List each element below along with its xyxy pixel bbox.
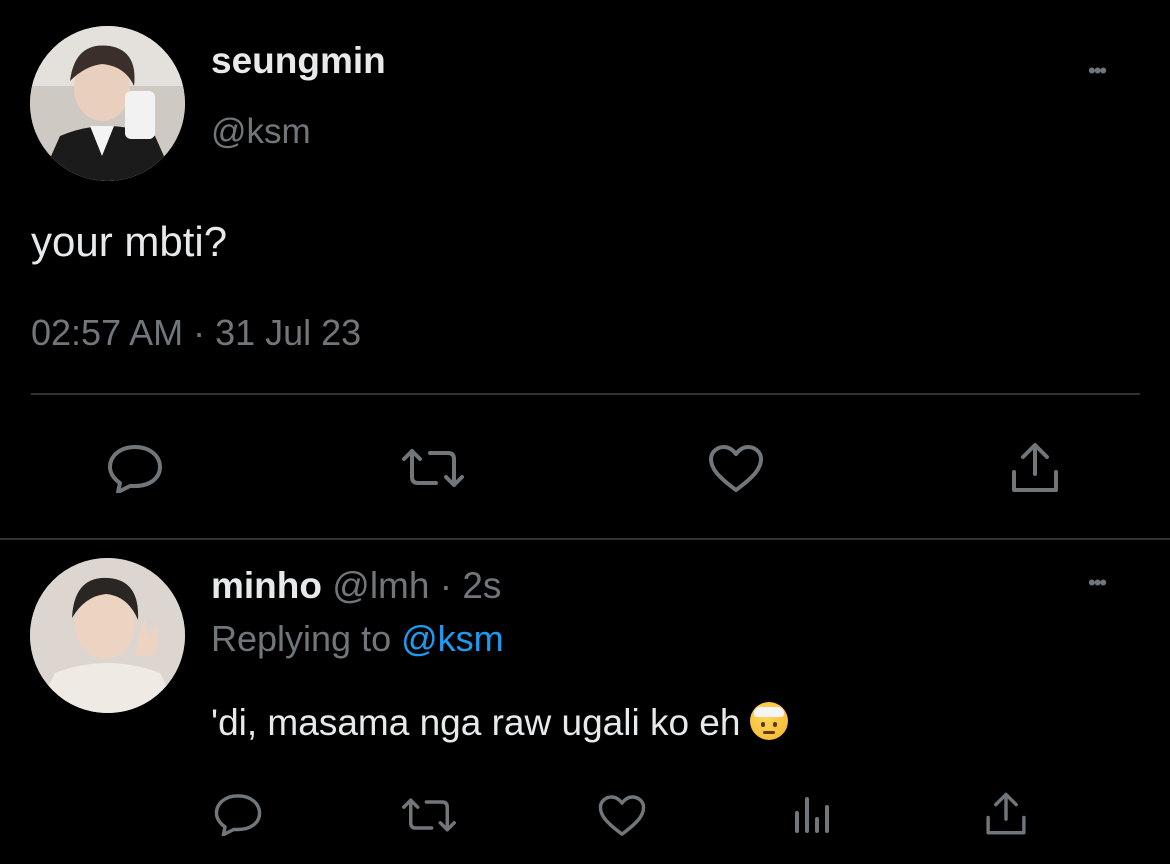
tweet-text: your mbti? (31, 218, 228, 265)
replying-to: Replying to @ksm (211, 618, 504, 660)
face-with-head-bandage-icon (750, 702, 789, 740)
reply-header: minho @lmh · 2s (211, 565, 501, 607)
like-icon[interactable] (707, 444, 765, 494)
reply-icon[interactable] (106, 443, 164, 493)
author-name[interactable]: seungmin (211, 40, 386, 82)
tweet-timestamp[interactable]: 02:57 AM · 31 Jul 23 (31, 312, 361, 354)
divider-bottom (0, 538, 1170, 540)
reply-share-icon[interactable] (983, 790, 1029, 838)
reply-avatar[interactable] (30, 558, 185, 713)
reply-author-handle[interactable]: @lmh (332, 565, 429, 606)
retweet-icon[interactable] (398, 445, 468, 491)
divider-top (31, 393, 1140, 395)
reply-author-name[interactable]: minho (211, 565, 322, 606)
views-icon[interactable] (793, 795, 833, 835)
replying-to-label: Replying to (211, 618, 392, 659)
reply-retweet-icon[interactable] (398, 795, 460, 835)
author-avatar[interactable] (30, 26, 185, 181)
reply-like-icon[interactable] (597, 794, 647, 838)
share-icon[interactable] (1008, 440, 1062, 496)
author-handle[interactable]: @ksm (211, 112, 311, 152)
reply-text: 'di, masama nga raw ugali ko eh (211, 702, 789, 744)
more-icon[interactable]: ••• (1088, 60, 1107, 82)
reply-more-icon[interactable]: ••• (1088, 572, 1107, 594)
replying-to-handle[interactable]: @ksm (401, 618, 504, 659)
reply-reply-icon[interactable] (213, 792, 263, 836)
reply-text-content: 'di, masama nga raw ugali ko eh (211, 702, 741, 743)
reply-time[interactable]: · 2s (440, 565, 502, 606)
